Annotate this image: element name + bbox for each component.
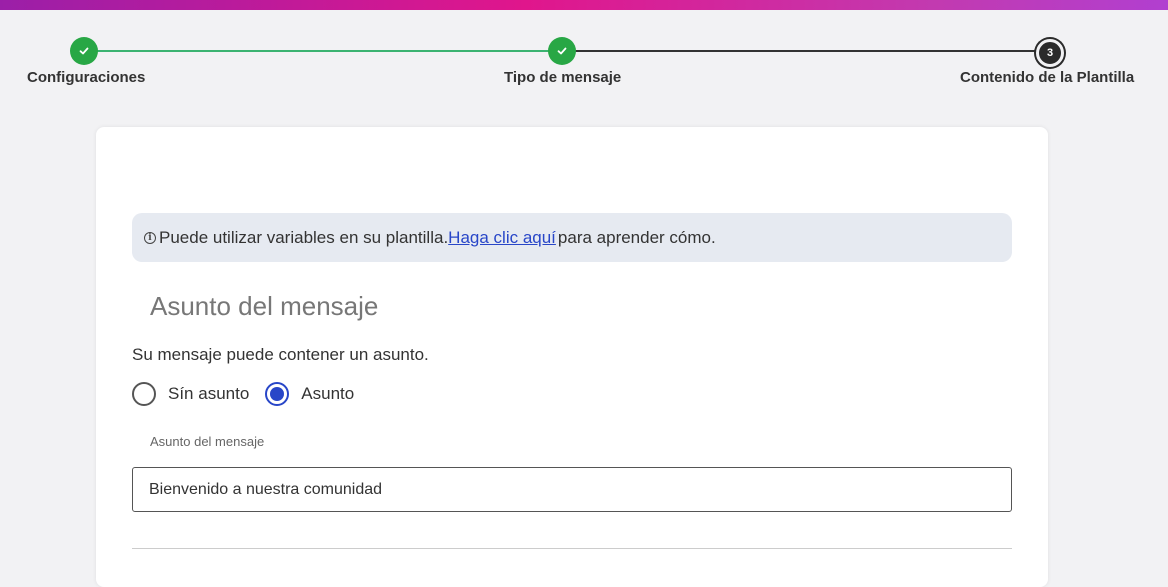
step-1-label: Configuraciones: [27, 69, 146, 86]
step-3-label: Contenido de la Plantilla: [960, 69, 1135, 86]
subject-radio-group: Sín asunto Asunto: [132, 382, 370, 406]
step-2-label: Tipo de mensaje: [504, 69, 622, 86]
subject-description: Su mensaje puede contener un asunto.: [132, 345, 429, 364]
info-text-before: Puede utilizar variables en su plantilla…: [159, 227, 449, 247]
step-1-check-icon[interactable]: [70, 37, 98, 65]
subject-label[interactable]: Asunto: [301, 384, 354, 404]
section-divider: [132, 548, 1012, 549]
subject-field-label: Asunto del mensaje: [150, 434, 265, 449]
subject-radio[interactable]: [265, 382, 290, 406]
variables-info-banner: i Puede utilizar variables en su plantil…: [132, 213, 1012, 262]
subject-section-title: Asunto del mensaje: [150, 291, 379, 321]
stepper-line-pending: [562, 50, 1050, 52]
info-icon: i: [144, 231, 156, 244]
learn-variables-link[interactable]: Haga clic aquí: [448, 228, 556, 248]
no-subject-radio[interactable]: [132, 382, 156, 406]
template-content-card: i Puede utilizar variables en su plantil…: [96, 127, 1048, 587]
subject-input[interactable]: [132, 467, 1012, 512]
top-gradient-bar: [0, 0, 1168, 10]
step-3-number[interactable]: 3: [1036, 39, 1064, 67]
stepper-line-completed: [84, 50, 562, 52]
info-text-after: para aprender cómo.: [557, 227, 716, 247]
no-subject-label[interactable]: Sín asunto: [168, 384, 249, 404]
step-2-check-icon[interactable]: [548, 37, 576, 65]
